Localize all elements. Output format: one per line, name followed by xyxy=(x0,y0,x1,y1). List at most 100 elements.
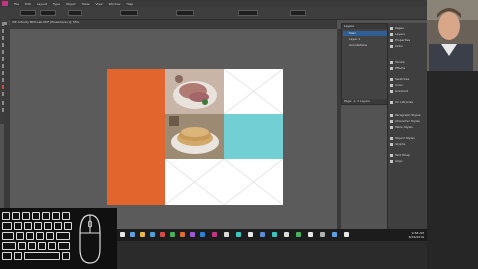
panel-table-styles[interactable]: Table Styles xyxy=(390,125,427,129)
layers-panel-title: Layers xyxy=(342,24,390,29)
taskbar-app-icon[interactable] xyxy=(200,232,205,237)
properties-icon xyxy=(390,38,393,42)
panel-label: Layers xyxy=(395,32,405,36)
taskbar-app-icon[interactable] xyxy=(344,232,349,237)
layer-row[interactable]: Annotations xyxy=(343,43,393,48)
panel-properties[interactable]: Properties xyxy=(390,38,427,42)
taskbar-app-icon[interactable] xyxy=(150,232,155,237)
menu-file[interactable]: File xyxy=(14,2,19,6)
taskbar-app-icon[interactable] xyxy=(130,232,135,237)
overlay-key xyxy=(34,222,42,230)
system-clock[interactable]: 9:58 AM 8/16/2019 xyxy=(409,231,424,239)
table-styles-icon xyxy=(390,125,393,129)
taskbar-app-icon[interactable] xyxy=(296,232,301,237)
effects-icon xyxy=(390,66,393,70)
taskbar-app-icon[interactable] xyxy=(236,232,241,237)
taskbar-app-icon[interactable] xyxy=(160,232,165,237)
panel-label: Properties xyxy=(395,38,411,42)
taskbar-app-icon[interactable] xyxy=(284,232,289,237)
menu-layout[interactable]: Layout xyxy=(37,2,47,6)
panel-label: Paragraph Styles xyxy=(395,113,421,117)
taskbar-app-icon[interactable] xyxy=(224,232,229,237)
panel-glyphs[interactable]: Glyphs xyxy=(390,142,427,146)
y-field[interactable] xyxy=(40,10,56,16)
glyphs-icon xyxy=(390,142,393,146)
panel-stroke[interactable]: Stroke xyxy=(390,60,427,64)
panel-character-styles[interactable]: Character Styles xyxy=(390,119,427,123)
taskbar-app-icon[interactable] xyxy=(260,232,265,237)
panel-layers[interactable]: Layers xyxy=(390,32,427,36)
taskbar-app-icon[interactable] xyxy=(332,232,337,237)
gradient-icon xyxy=(390,89,393,93)
teal-color-block[interactable] xyxy=(224,114,283,159)
panel-gradient[interactable]: Gradient xyxy=(390,89,427,93)
opacity-field[interactable] xyxy=(290,10,306,16)
screen-border-right xyxy=(427,71,478,269)
taskbar-app-icon[interactable] xyxy=(180,232,185,237)
layer-row[interactable]: Main xyxy=(343,31,393,36)
panel-pages[interactable]: Pages xyxy=(390,26,427,30)
panel-text-wrap[interactable]: Text Wrap xyxy=(390,153,427,157)
layer-label: Annotations xyxy=(349,43,368,47)
menu-type[interactable]: Type xyxy=(53,2,60,6)
menu-table[interactable]: Table xyxy=(82,2,90,6)
panel-color[interactable]: Color xyxy=(390,83,427,87)
taskbar-app-icon[interactable] xyxy=(170,232,175,237)
menu-window[interactable]: Window xyxy=(109,2,121,6)
control-panel xyxy=(0,7,427,20)
taskbar-app-icon[interactable] xyxy=(248,232,253,237)
taskbar-app-icon[interactable] xyxy=(190,232,195,237)
menu-edit[interactable]: Edit xyxy=(25,2,31,6)
taskbar-app-icon[interactable] xyxy=(140,232,145,237)
menu-object[interactable]: Object xyxy=(66,2,76,6)
w-field[interactable] xyxy=(68,10,82,16)
orange-color-block[interactable] xyxy=(107,69,165,205)
start-icon[interactable] xyxy=(120,232,125,237)
screen-border-bottom xyxy=(117,241,427,269)
panel-effects[interactable]: Effects xyxy=(390,66,427,70)
app-logo-icon xyxy=(2,1,8,6)
empty-graphic-frame-bottom-right[interactable] xyxy=(223,158,284,206)
taskbar-app-icon[interactable] xyxy=(320,232,325,237)
overlay-key xyxy=(2,222,12,230)
panel-links[interactable]: Links xyxy=(390,44,427,48)
empty-graphic-frame-bottom-middle[interactable] xyxy=(164,158,225,206)
meat-dish-photo[interactable] xyxy=(165,69,224,114)
indesign-taskbar-icon[interactable] xyxy=(212,232,217,237)
panel-paragraph-styles[interactable]: Paragraph Styles xyxy=(390,113,427,117)
taskbar-app-icon[interactable] xyxy=(308,232,313,237)
layer-row[interactable]: Layer 1 xyxy=(343,37,393,42)
panel-label: Object Styles xyxy=(395,136,415,140)
layers-panel: Layers Main Layer 1 Annotations Page: 1,… xyxy=(341,23,393,105)
overlay-key xyxy=(22,212,30,220)
overlay-key xyxy=(48,242,56,250)
document-tab[interactable]: ISE Activity MIM-Lab PDF (Elsewhere) @ 5… xyxy=(12,20,79,24)
x-field[interactable] xyxy=(20,10,36,16)
panel-label: Effects xyxy=(395,66,406,70)
panel-align[interactable]: Align xyxy=(390,159,427,163)
panel-object-styles[interactable]: Object Styles xyxy=(390,136,427,140)
clock-date: 8/16/2019 xyxy=(408,235,424,239)
layers-icon xyxy=(390,32,393,36)
panel-swatches[interactable]: Swatches xyxy=(390,77,427,81)
object-styles-icon xyxy=(390,136,393,140)
mouse-overlay-icon xyxy=(79,214,101,264)
menu-help[interactable]: Help xyxy=(126,2,133,6)
flatbread-stack-photo[interactable] xyxy=(165,114,224,159)
overlay-key xyxy=(14,222,22,230)
rotation-field[interactable] xyxy=(120,10,138,16)
overlay-key xyxy=(62,252,70,260)
text-wrap-icon xyxy=(390,153,393,157)
menu-view[interactable]: View xyxy=(95,2,102,6)
panel-label: Align xyxy=(395,159,403,163)
taskbar-app-icon[interactable] xyxy=(272,232,277,237)
overlay-key xyxy=(14,252,22,260)
overlay-key xyxy=(58,242,70,250)
overlay-key xyxy=(2,232,14,240)
overlay-key xyxy=(62,212,70,220)
panel-label: Color xyxy=(395,83,403,87)
zoom-field[interactable] xyxy=(238,10,258,16)
empty-graphic-frame-top-right[interactable] xyxy=(223,68,284,115)
stroke-weight-field[interactable] xyxy=(176,10,194,16)
panel-cc-libraries[interactable]: CC Libraries xyxy=(390,100,427,104)
